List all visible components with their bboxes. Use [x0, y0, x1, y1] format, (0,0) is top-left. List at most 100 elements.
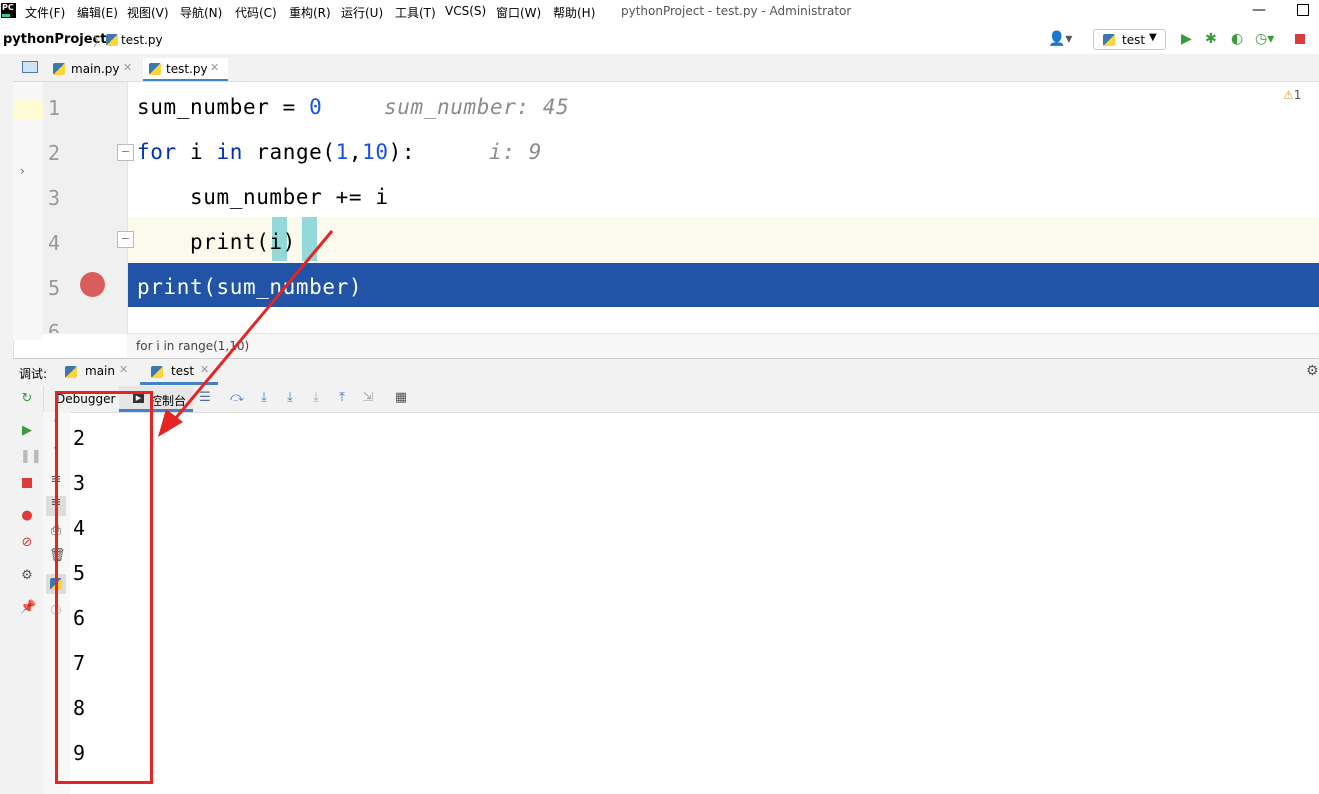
stop-icon[interactable]: [1295, 34, 1305, 44]
code-line-3[interactable]: sum_number += i: [137, 185, 389, 209]
close-icon[interactable]: ✕: [123, 61, 132, 74]
run-config-label: test: [1122, 33, 1146, 47]
annotation-box: [55, 391, 153, 784]
line-number: 5: [48, 276, 61, 300]
warning-indicator[interactable]: ⚠1: [1283, 88, 1301, 102]
menu-navigate[interactable]: 导航(N): [180, 4, 222, 21]
evaluate-expression-icon[interactable]: ▦: [394, 391, 408, 405]
warning-count: 1: [1293, 88, 1302, 102]
step-out-icon[interactable]: ⤒: [335, 391, 349, 405]
warning-icon: ⚠: [1283, 88, 1294, 102]
menu-vcs[interactable]: VCS(S): [445, 4, 486, 18]
menu-code[interactable]: 代码(C): [235, 4, 277, 21]
python-file-icon: [149, 63, 161, 75]
breadcrumb-separator-icon: 〉: [93, 35, 107, 50]
menu-run[interactable]: 运行(U): [341, 4, 383, 21]
code-breadcrumb[interactable]: for i in range(1,10): [127, 333, 1319, 357]
resume-icon[interactable]: ▶: [20, 424, 34, 438]
menu-help[interactable]: 帮助(H): [553, 4, 595, 21]
step-over-icon[interactable]: ⤼: [230, 391, 244, 405]
run-config-selector[interactable]: test ▼: [1093, 29, 1166, 50]
menu-view[interactable]: 视图(V): [127, 4, 169, 21]
code-token: 1: [335, 140, 349, 164]
code-token: in: [216, 140, 243, 164]
coverage-icon[interactable]: ◐: [1231, 31, 1243, 47]
debug-tab-test[interactable]: test ✕: [151, 363, 221, 384]
menu-window[interactable]: 窗口(W): [496, 4, 541, 21]
frames-icon[interactable]: ☰: [198, 391, 212, 405]
mute-breakpoints-icon[interactable]: ⊘: [20, 536, 34, 550]
left-tool-strip: [0, 54, 14, 794]
stop-icon[interactable]: [22, 478, 32, 488]
maximize-icon[interactable]: [1297, 4, 1309, 16]
run-to-cursor-icon[interactable]: ⇲: [361, 391, 375, 405]
step-into-icon[interactable]: ⤓: [257, 391, 271, 405]
minimize-icon[interactable]: —: [1252, 2, 1266, 18]
pin-icon[interactable]: 📌: [20, 601, 36, 615]
brace-match-highlight: [302, 217, 317, 261]
python-file-icon: [106, 34, 118, 46]
window-title: pythonProject - test.py - Administrator: [621, 4, 852, 18]
code-token: sum_number =: [137, 95, 310, 119]
tab-label: main.py: [71, 62, 120, 76]
close-icon[interactable]: ✕: [119, 363, 128, 376]
annotation-arrow-head: [158, 409, 183, 437]
code-line-2[interactable]: for i in range(1,10):: [137, 140, 415, 164]
tab-label: test.py: [166, 62, 208, 76]
debug-tab-main[interactable]: main ✕: [65, 363, 135, 384]
code-token: 0: [309, 95, 323, 119]
code-breadcrumb-label: for i in range(1,10): [136, 339, 250, 353]
menu-file[interactable]: 文件(F): [25, 4, 65, 21]
code-line-1[interactable]: sum_number = 0: [137, 95, 322, 119]
breakpoint-icon[interactable]: [80, 272, 105, 297]
gutter-separator: [127, 82, 128, 334]
force-step-into-icon[interactable]: ⤓: [309, 391, 323, 405]
rerun-icon[interactable]: ↻: [20, 392, 34, 406]
python-icon: [151, 366, 163, 378]
breadcrumb-file[interactable]: test.py: [121, 33, 163, 47]
close-icon[interactable]: ✕: [200, 363, 209, 376]
menu-refactor[interactable]: 重构(R): [289, 4, 331, 21]
run-icon[interactable]: ▶: [1181, 31, 1192, 47]
user-icon[interactable]: 👤▾: [1048, 31, 1072, 47]
code-line-5[interactable]: print(sum_number): [137, 275, 362, 299]
active-debug-tab-indicator: [140, 382, 218, 385]
chevron-right-icon[interactable]: ›: [20, 164, 25, 178]
tab-list-icon[interactable]: [22, 61, 38, 73]
debug-tab-label: test: [171, 364, 195, 378]
code-line-4[interactable]: print(i): [137, 230, 296, 254]
subtab-console[interactable]: 控制台: [150, 392, 186, 409]
pycharm-logo-icon: PC: [1, 3, 16, 18]
menu-tools[interactable]: 工具(T): [395, 4, 436, 21]
line-number: 6: [48, 320, 61, 333]
breadcrumb-project[interactable]: pythonProject: [3, 32, 107, 47]
line-number: 3: [48, 186, 61, 210]
debug-label: 调试:: [19, 367, 48, 381]
inline-debug-value: sum_number: 45: [384, 95, 570, 119]
line-number: 2: [48, 141, 61, 165]
view-breakpoints-icon[interactable]: ●: [20, 509, 34, 523]
tab-test-py[interactable]: test.py ✕: [143, 58, 228, 80]
close-icon[interactable]: ✕: [210, 61, 219, 74]
project-tree-selected-row[interactable]: [13, 100, 43, 120]
line-number: 1: [48, 96, 61, 120]
python-file-icon: [53, 63, 65, 75]
fold-icon[interactable]: −: [117, 231, 134, 248]
code-token: for: [137, 140, 177, 164]
chevron-down-icon: ▼: [1149, 32, 1157, 43]
pause-icon[interactable]: ❚❚: [20, 450, 42, 464]
python-icon: [1103, 34, 1115, 46]
menu-edit[interactable]: 编辑(E): [77, 4, 118, 21]
tab-main-py[interactable]: main.py ✕: [53, 58, 138, 80]
settings-icon[interactable]: ⚙: [20, 569, 34, 583]
line-number: 4: [48, 231, 61, 255]
debug-icon[interactable]: ✱: [1205, 31, 1217, 47]
active-tab-indicator: [143, 79, 228, 81]
python-icon: [65, 366, 77, 378]
fold-icon[interactable]: −: [117, 144, 134, 161]
step-into-my-code-icon[interactable]: ⤓: [283, 391, 297, 405]
profile-icon[interactable]: ◷▾: [1255, 31, 1274, 47]
debug-side-toolbar: [13, 386, 44, 794]
debug-tab-label: main: [85, 364, 115, 378]
gear-icon[interactable]: ⚙: [1306, 363, 1319, 379]
